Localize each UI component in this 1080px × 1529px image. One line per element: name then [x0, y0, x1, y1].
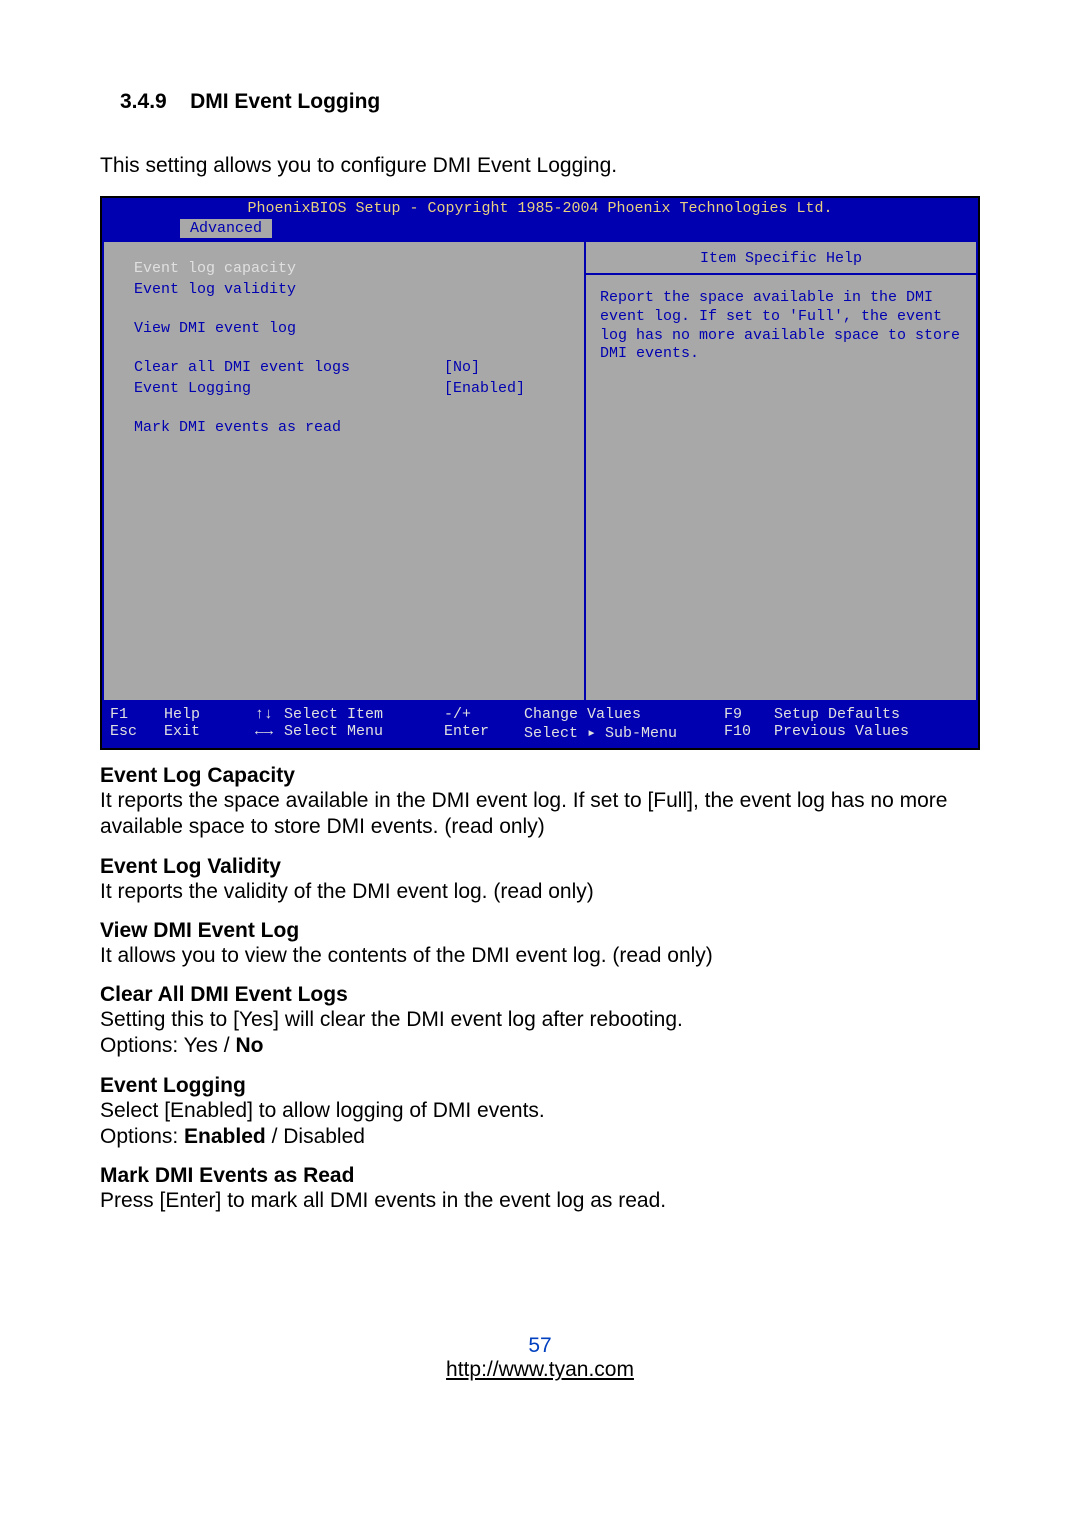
body-logging-options-post: / Disabled	[266, 1125, 365, 1148]
body-clear: Setting this to [Yes] will clear the DMI…	[100, 1007, 980, 1060]
heading-validity: Event Log Validity	[100, 855, 980, 879]
body-clear-options-pre: Options: Yes /	[100, 1034, 235, 1057]
leftright-icon: ←→	[244, 723, 284, 742]
body-logging-options-bold: Enabled	[184, 1125, 266, 1148]
heading-capacity: Event Log Capacity	[100, 764, 980, 788]
body-logging: Select [Enabled] to allow logging of DMI…	[100, 1098, 980, 1151]
body-mark: Press [Enter] to mark all DMI events in …	[100, 1188, 980, 1214]
heading-logging: Event Logging	[100, 1074, 980, 1098]
section-heading: 3.4.9 DMI Event Logging	[120, 90, 980, 114]
heading-clear: Clear All DMI Event Logs	[100, 983, 980, 1007]
body-logging-options-pre: Options:	[100, 1125, 184, 1148]
body-view: It allows you to view the contents of th…	[100, 943, 980, 969]
footer-action-help: Help	[164, 706, 244, 723]
footer-key-pm: -/+	[444, 706, 524, 723]
bios-item-validity: Event log validity	[134, 281, 444, 298]
bios-screenshot: PhoenixBIOS Setup - Copyright 1985-2004 …	[100, 196, 980, 750]
section-number: 3.4.9	[120, 90, 167, 113]
bios-menu-pane: Event log capacity Event log validity Vi…	[104, 242, 584, 700]
footer-action-select-menu: Select Menu	[284, 723, 444, 742]
body-capacity: It reports the space available in the DM…	[100, 788, 980, 841]
heading-view: View DMI Event Log	[100, 919, 980, 943]
bios-tab-bar: Advanced	[102, 219, 978, 240]
page-number: 57	[100, 1334, 980, 1358]
footer-key-enter: Enter	[444, 723, 524, 742]
heading-mark: Mark DMI Events as Read	[100, 1164, 980, 1188]
body-clear-line1: Setting this to [Yes] will clear the DMI…	[100, 1008, 683, 1031]
footer-action-select-item: Select Item	[284, 706, 444, 723]
footer-action-exit: Exit	[164, 723, 244, 742]
footer-action-change-values: Change Values	[524, 706, 724, 723]
bios-help-text: Report the space available in the DMI ev…	[600, 289, 962, 364]
bios-item-clear-value: [No]	[444, 359, 480, 376]
section-title: DMI Event Logging	[190, 90, 380, 113]
bios-footer: F1 Help ↑↓ Select Item -/+ Change Values…	[102, 702, 978, 748]
bios-title: PhoenixBIOS Setup - Copyright 1985-2004 …	[102, 198, 978, 219]
footer-key-esc: Esc	[110, 723, 164, 742]
body-clear-options-bold: No	[235, 1034, 263, 1057]
bios-item-clear: Clear all DMI event logs	[134, 359, 444, 376]
footer-action-setup-defaults: Setup Defaults	[774, 706, 900, 723]
footer-key-f10: F10	[724, 723, 774, 742]
footer-key-f9: F9	[724, 706, 774, 723]
body-validity: It reports the validity of the DMI event…	[100, 879, 980, 905]
bios-help-title: Item Specific Help	[600, 250, 962, 267]
bios-item-logging-value: [Enabled]	[444, 380, 525, 397]
footer-action-select-sub: Select ▸ Sub-Menu	[524, 723, 724, 742]
footer-action-prev-values: Previous Values	[774, 723, 909, 742]
bios-tab-advanced: Advanced	[180, 219, 272, 238]
bios-help-pane: Item Specific Help Report the space avai…	[584, 242, 976, 700]
bios-item-view: View DMI event log	[134, 320, 444, 337]
body-logging-line1: Select [Enabled] to allow logging of DMI…	[100, 1099, 545, 1122]
bios-item-mark: Mark DMI events as read	[134, 419, 444, 436]
bios-item-capacity: Event log capacity	[134, 260, 444, 277]
footer-url: http://www.tyan.com	[100, 1358, 980, 1382]
footer-key-f1: F1	[110, 706, 164, 723]
updown-icon: ↑↓	[244, 706, 284, 723]
intro-text: This setting allows you to configure DMI…	[100, 154, 980, 178]
bios-item-logging: Event Logging	[134, 380, 444, 397]
